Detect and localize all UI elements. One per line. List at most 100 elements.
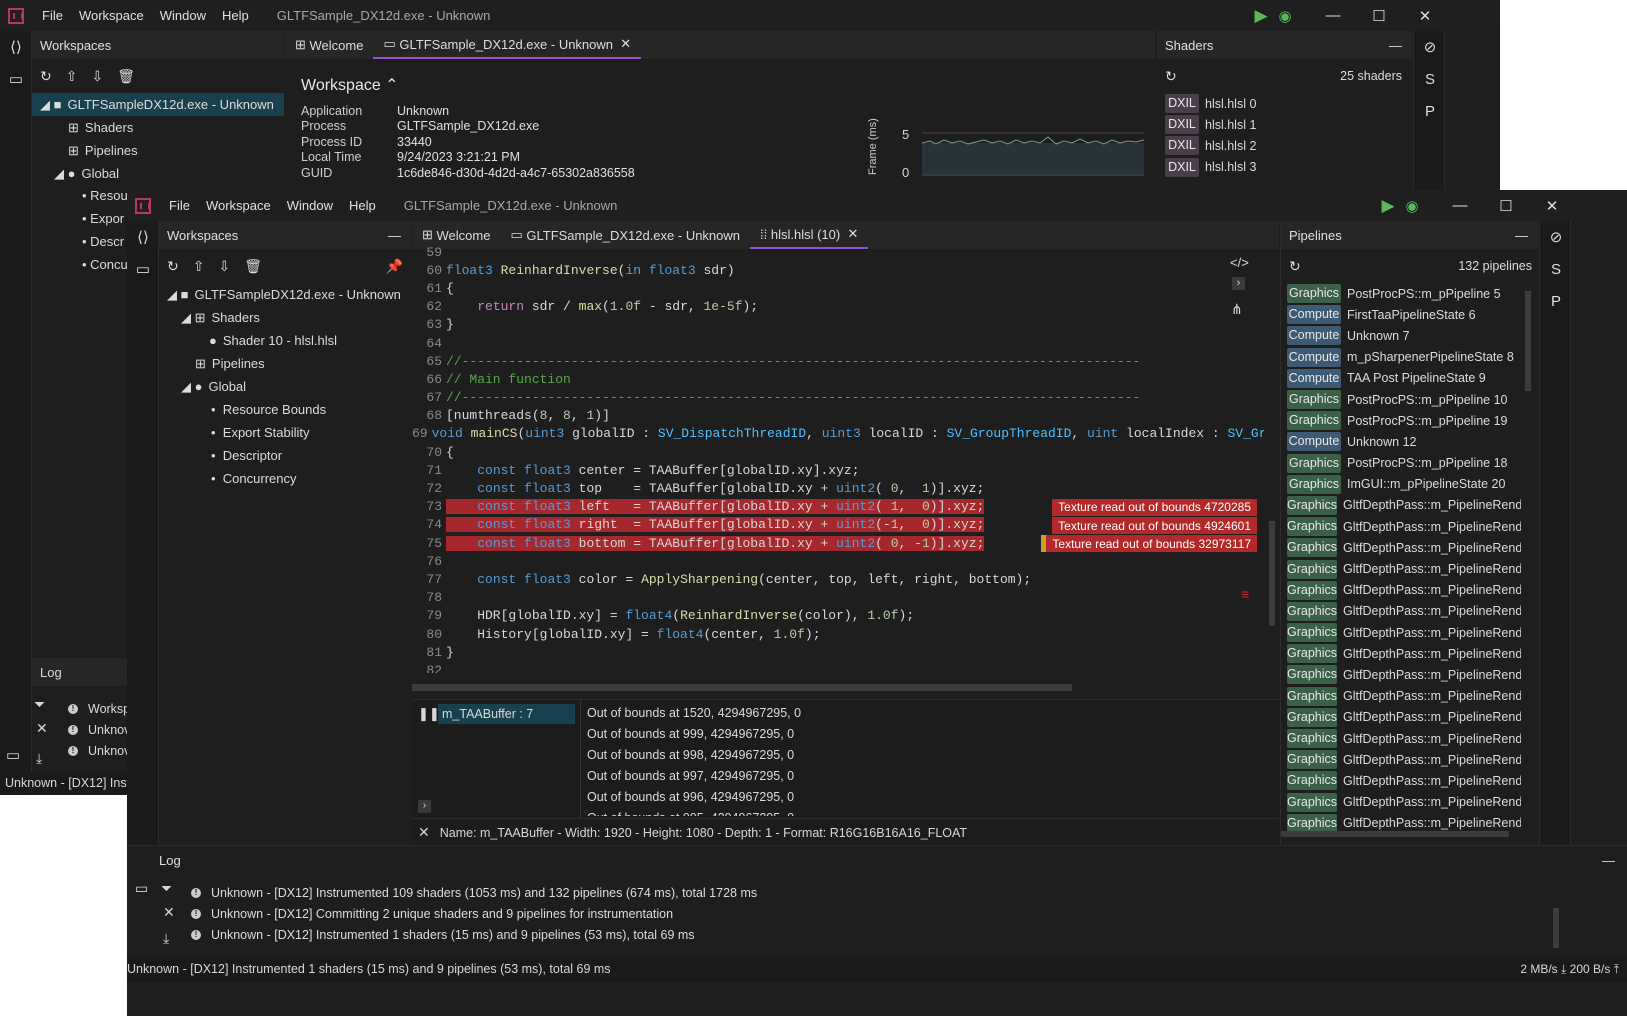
close-button[interactable]: ✕ — [1529, 190, 1575, 221]
list-item[interactable]: Graphics GltfDepthPass::m_PipelineRender … — [1287, 643, 1521, 664]
maximize-button[interactable]: ☐ — [1356, 0, 1402, 31]
list-item[interactable]: Graphics GltfDepthPass::m_PipelineRender … — [1287, 622, 1521, 643]
oob-entry[interactable]: Out of bounds at 998, 4294967295, 0 — [587, 744, 801, 765]
list-item[interactable]: Graphics GltfDepthPass::m_PipelineRender … — [1287, 707, 1521, 728]
tree-item-shader-10[interactable]: ● Shader 10 - hlsl.hlsl — [159, 329, 411, 352]
list-item[interactable]: DXIL hlsl.hlsl 3 — [1165, 157, 1412, 178]
filter-icon[interactable]: ⏷ — [161, 880, 172, 897]
code-line[interactable]: 67//------------------------------------… — [412, 389, 1264, 407]
log-entry[interactable]: ! Unknown - [DX12] Instrumented 1 shaders… — [191, 924, 757, 945]
download-icon[interactable]: ⤓ — [36, 750, 42, 767]
minimize-icon[interactable]: — — [1515, 228, 1528, 243]
vertical-scrollbar[interactable] — [1525, 291, 1531, 391]
code-line[interactable]: 69 void mainCS(uint3 globalID : SV_Dispat… — [412, 425, 1264, 443]
folder-icon[interactable]: ▭ — [0, 63, 32, 95]
menu-window[interactable]: Window — [279, 198, 341, 213]
tree-root[interactable]: ◢ ■ GLTFSampleDX12d.exe - Unknown — [32, 93, 284, 116]
oob-error-badge[interactable]: Texture read out of bounds 4720285 — [1052, 498, 1257, 516]
run-icon[interactable]: › — [1232, 277, 1245, 290]
tree-item-resources[interactable]: • Resou — [82, 190, 127, 207]
list-item[interactable]: Compute TAA Post PipelineState 9 — [1287, 368, 1521, 389]
refresh-icon[interactable]: ↻ — [1165, 68, 1177, 85]
record-icon[interactable]: ◉ — [1262, 0, 1308, 31]
oob-entry[interactable]: Out of bounds at 999, 4294967295, 0 — [587, 723, 801, 744]
code-line[interactable]: 78 — [412, 589, 1264, 607]
list-item[interactable]: Graphics GltfDepthPass::m_PipelineRender … — [1287, 601, 1521, 622]
list-item[interactable]: Graphics GltfDepthPass::m_PipelineRender … — [1287, 792, 1521, 813]
menu-help[interactable]: Help — [214, 8, 257, 23]
list-item[interactable]: Graphics GltfDepthPass::m_PipelineRender … — [1287, 664, 1521, 685]
trash-icon[interactable]: 🗑 — [244, 258, 262, 275]
compass-icon[interactable]: ⊘ — [1540, 221, 1572, 253]
list-item[interactable]: Graphics PostProcPS::m_pPipeline 10 — [1287, 389, 1521, 410]
oob-entry[interactable]: Out of bounds at 996, 4294967295, 0 — [587, 786, 801, 807]
vertical-scrollbar[interactable] — [1553, 908, 1559, 948]
tree-root[interactable]: ◢ ■ GLTFSampleDX12d.exe - Unknown — [159, 283, 411, 306]
list-item[interactable]: Graphics GltfDepthPass::m_PipelineRender … — [1287, 686, 1521, 707]
code-line[interactable]: 65//------------------------------------… — [412, 352, 1264, 370]
list-item[interactable]: Graphics PostProcPS::m_pPipeline 18 — [1287, 453, 1521, 474]
tree-item-pipelines[interactable]: ⊞ Pipelines — [159, 352, 411, 375]
code-line[interactable]: 64 — [412, 334, 1264, 352]
code-line[interactable]: 72 const float3 top = TAABuffer[globalID… — [412, 479, 1264, 497]
record-icon[interactable]: ◉ — [1389, 190, 1435, 221]
minimize-icon[interactable]: — — [1602, 853, 1615, 868]
log-entry[interactable]: ! Unknown - [DX12] Instrumented 109 shade… — [191, 882, 757, 903]
tree-item-shaders[interactable]: ⊞ Shaders — [32, 116, 284, 139]
list-item[interactable]: DXIL hlsl.hlsl 1 — [1165, 114, 1412, 135]
oob-entry[interactable]: Out of bounds at 1520, 4294967295, 0 — [587, 702, 801, 723]
tree-item-descriptor[interactable]: • Descr — [82, 230, 124, 253]
minimize-button[interactable]: — — [1437, 190, 1483, 221]
close-icon[interactable]: ✕ — [418, 824, 430, 841]
list-item[interactable]: Graphics GltfDepthPass::m_PipelineRender … — [1287, 516, 1521, 537]
collapse-icon[interactable]: ⇩ — [218, 258, 230, 275]
menu-workspace[interactable]: Workspace — [71, 8, 152, 23]
collapse-icon[interactable]: ⇩ — [91, 68, 103, 85]
pipeline-p-icon[interactable]: P — [1414, 95, 1446, 127]
code-editor[interactable]: 59 60 float3 ReinhardInverse(in float3 sdr… — [412, 243, 1264, 673]
tab-welcome[interactable]: ⊞ Welcome — [285, 31, 373, 59]
source-icon[interactable]: </> — [1230, 255, 1249, 270]
list-item[interactable]: Compute FirstTaaPipelineState 6 — [1287, 304, 1521, 325]
filter-icon[interactable]: ⏷ — [34, 696, 45, 713]
graph-icon[interactable]: ⋔ — [1231, 301, 1243, 318]
code-line[interactable]: 63} — [412, 316, 1264, 334]
tree-item-concurrency[interactable]: • Concurrency — [159, 467, 411, 490]
list-item[interactable]: Compute Unknown 7 — [1287, 325, 1521, 346]
oob-error-badge[interactable]: Texture read out of bounds 4924601 — [1052, 517, 1257, 534]
list-item[interactable]: Graphics GltfDepthPass::m_PipelineRender … — [1287, 558, 1521, 579]
menu-file[interactable]: File — [34, 8, 71, 23]
refresh-icon[interactable]: ↻ — [1289, 258, 1301, 275]
code-line[interactable]: 60 float3 ReinhardInverse(in float3 sdr) — [412, 261, 1264, 279]
tree-item-concurrency[interactable]: • Concu — [82, 253, 127, 276]
code-line[interactable]: 59 — [412, 243, 1264, 261]
code-line[interactable]: 70{ — [412, 443, 1264, 461]
list-item[interactable]: DXIL hlsl.hlsl 0 — [1165, 93, 1412, 114]
oob-entry[interactable]: Out of bounds at 997, 4294967295, 0 — [587, 765, 801, 786]
list-item[interactable]: Graphics GltfDepthPass::m_PipelineRender … — [1287, 580, 1521, 601]
log-entry[interactable]: ! Unknov — [68, 719, 127, 740]
code-line[interactable]: 71 const float3 center = TAABuffer[globa… — [412, 461, 1264, 479]
list-item[interactable]: Compute Unknown 12 — [1287, 431, 1521, 452]
list-item[interactable]: Graphics ImGUI::m_pPipelineState 20 — [1287, 474, 1521, 495]
tree-item-global[interactable]: ◢ ● Global — [159, 375, 411, 398]
minimize-icon[interactable]: — — [1389, 38, 1402, 53]
folder-icon[interactable]: ▭ — [127, 253, 159, 285]
menu-window[interactable]: Window — [152, 8, 214, 23]
trash-icon[interactable]: 🗑 — [117, 68, 135, 85]
code-line[interactable]: 62 return sdr / max(1.0f - sdr, 1e-5f); — [412, 298, 1264, 316]
pin-icon[interactable]: 📌 — [386, 258, 403, 275]
code-line[interactable]: 81} — [412, 643, 1264, 661]
list-item[interactable]: Graphics GltfDepthPass::m_PipelineRender … — [1287, 537, 1521, 558]
log-entry[interactable]: ! Unknown - [DX12] Committing 2 unique sh… — [191, 903, 757, 924]
minimize-icon[interactable]: — — [388, 228, 401, 243]
tree-item-export-stability[interactable]: • Export Stability — [159, 421, 411, 444]
vertical-scrollbar[interactable] — [1269, 521, 1275, 626]
code-line[interactable]: 80 History[globalID.xy] = float4(center,… — [412, 625, 1264, 643]
oob-entry[interactable]: Out of bounds at 995, 4294967295, 0 — [587, 807, 801, 817]
maximize-button[interactable]: ☐ — [1483, 190, 1529, 221]
download-icon[interactable]: ⤓ — [163, 930, 169, 947]
refresh-icon[interactable]: ↻ — [40, 68, 52, 85]
shader-s-icon[interactable]: S — [1414, 63, 1446, 95]
expand-icon[interactable]: ⇧ — [66, 68, 78, 85]
